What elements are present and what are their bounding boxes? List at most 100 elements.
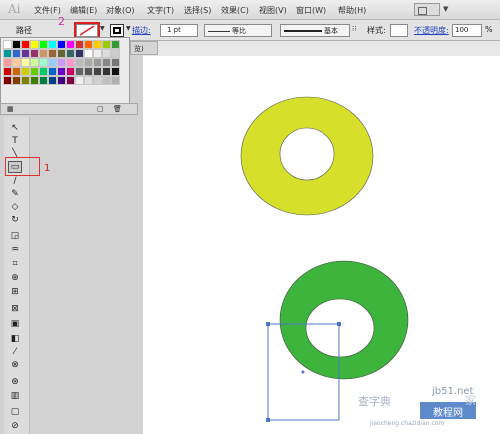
color-swatch[interactable] [48, 40, 57, 49]
color-swatch[interactable] [75, 67, 84, 76]
selection-handle[interactable] [266, 322, 270, 326]
selection-handle[interactable] [337, 322, 341, 326]
color-swatch[interactable] [57, 76, 66, 85]
color-swatch[interactable] [93, 40, 102, 49]
color-swatch[interactable] [93, 58, 102, 67]
color-swatch[interactable] [12, 40, 21, 49]
color-swatch[interactable] [12, 76, 21, 85]
color-swatch[interactable] [66, 40, 75, 49]
symbol-sprayer-tool-icon[interactable]: ⊛ [8, 376, 22, 388]
fill-dropdown-icon[interactable]: ▼ [100, 25, 105, 32]
color-swatch[interactable] [102, 76, 111, 85]
stroke-weight-field[interactable]: 1 pt [160, 24, 198, 37]
menu-effect[interactable]: 效果(C) [221, 5, 249, 16]
color-swatch[interactable] [39, 49, 48, 58]
color-swatch[interactable] [39, 58, 48, 67]
color-swatch[interactable] [102, 67, 111, 76]
menu-object[interactable]: 对象(O) [106, 5, 135, 16]
mesh-tool-icon[interactable]: ⊠ [8, 303, 22, 315]
menu-file[interactable]: 文件(F) [34, 5, 61, 16]
color-swatch[interactable] [93, 67, 102, 76]
color-swatch[interactable] [102, 58, 111, 67]
color-swatch[interactable] [57, 58, 66, 67]
menu-window[interactable]: 窗口(W) [296, 5, 326, 16]
color-swatch[interactable] [75, 49, 84, 58]
color-swatch[interactable] [111, 49, 120, 58]
color-swatch[interactable] [66, 76, 75, 85]
type-tool-icon[interactable]: T [8, 135, 22, 147]
color-swatch[interactable] [111, 40, 120, 49]
menu-help[interactable]: 帮助(H) [338, 5, 366, 16]
menu-view[interactable]: 视图(V) [259, 5, 287, 16]
chevron-down-icon[interactable]: ▼ [443, 5, 448, 13]
color-swatch[interactable] [12, 67, 21, 76]
stroke-label[interactable]: 描边: [132, 25, 151, 36]
color-swatch[interactable] [3, 76, 12, 85]
selection-tool-icon[interactable]: ↖ [8, 122, 22, 134]
menu-edit[interactable]: 编辑(E) [70, 5, 97, 16]
color-swatch[interactable] [21, 58, 30, 67]
color-swatch[interactable] [21, 40, 30, 49]
menu-select[interactable]: 选择(S) [184, 5, 211, 16]
color-swatch[interactable] [48, 49, 57, 58]
eyedropper-tool-icon[interactable]: ⁄ [8, 346, 22, 358]
new-swatch-icon[interactable]: ▢ [97, 105, 104, 113]
color-swatch[interactable] [111, 67, 120, 76]
color-swatch[interactable] [48, 58, 57, 67]
perspective-grid-tool-icon[interactable]: ⊞ [8, 286, 22, 298]
color-swatch[interactable] [111, 58, 120, 67]
color-swatch[interactable] [111, 76, 120, 85]
color-swatch[interactable] [3, 58, 12, 67]
artboard-canvas[interactable] [143, 56, 500, 434]
color-swatch[interactable] [66, 58, 75, 67]
color-swatch[interactable] [93, 49, 102, 58]
color-swatch[interactable] [3, 67, 12, 76]
color-swatch[interactable] [75, 76, 84, 85]
color-swatch[interactable] [21, 76, 30, 85]
gradient-tool-icon[interactable]: ◧ [8, 333, 22, 345]
blend-tool-icon[interactable]: ⊗ [8, 359, 22, 371]
color-swatch[interactable] [93, 76, 102, 85]
color-swatch[interactable] [3, 49, 12, 58]
pencil-tool-icon[interactable]: ✎ [8, 188, 22, 200]
green-ring[interactable] [279, 260, 409, 380]
paintbrush-tool-icon[interactable]: ∕ [8, 175, 22, 187]
color-swatch[interactable] [30, 76, 39, 85]
artboard-tool-icon[interactable]: ▢ [8, 406, 22, 418]
color-swatch[interactable] [84, 58, 93, 67]
color-swatch[interactable] [39, 40, 48, 49]
free-transform-tool-icon[interactable]: ⌗ [8, 258, 22, 270]
warp-tool-icon[interactable]: ♒ [8, 244, 22, 256]
color-swatch[interactable] [48, 67, 57, 76]
column-graph-tool-icon[interactable]: ▥ [8, 390, 22, 402]
variable-width-profile[interactable]: 等比 [204, 24, 272, 37]
yellow-ring[interactable] [240, 96, 374, 216]
brush-definition[interactable]: 基本 [280, 24, 350, 37]
color-swatch[interactable] [66, 49, 75, 58]
color-swatch[interactable] [84, 40, 93, 49]
eraser-tool-icon[interactable]: ◇ [8, 201, 22, 213]
color-swatch[interactable] [48, 76, 57, 85]
color-swatch[interactable] [30, 58, 39, 67]
swatch-libraries-icon[interactable]: ▦ [7, 105, 14, 113]
color-swatch[interactable] [39, 67, 48, 76]
color-swatch[interactable] [66, 67, 75, 76]
stroke-swatch[interactable] [110, 24, 124, 37]
color-swatch[interactable] [84, 67, 93, 76]
slice-tool-icon[interactable]: ⊘ [8, 420, 22, 432]
color-swatch[interactable] [21, 49, 30, 58]
color-swatch[interactable] [30, 67, 39, 76]
color-swatch[interactable] [57, 67, 66, 76]
fill-swatch-none[interactable] [74, 22, 100, 39]
color-swatch[interactable] [30, 49, 39, 58]
color-swatch[interactable] [12, 49, 21, 58]
color-swatch[interactable] [39, 76, 48, 85]
color-swatch[interactable] [57, 49, 66, 58]
color-swatch[interactable] [12, 58, 21, 67]
color-swatch[interactable] [84, 49, 93, 58]
graphic-style-swatch[interactable] [390, 24, 408, 37]
stroke-dropdown-icon[interactable]: ▼ [126, 25, 131, 32]
document-tab[interactable]: 览) [130, 41, 158, 55]
color-swatch[interactable] [84, 76, 93, 85]
delete-swatch-icon[interactable]: 🗑 [113, 105, 122, 113]
